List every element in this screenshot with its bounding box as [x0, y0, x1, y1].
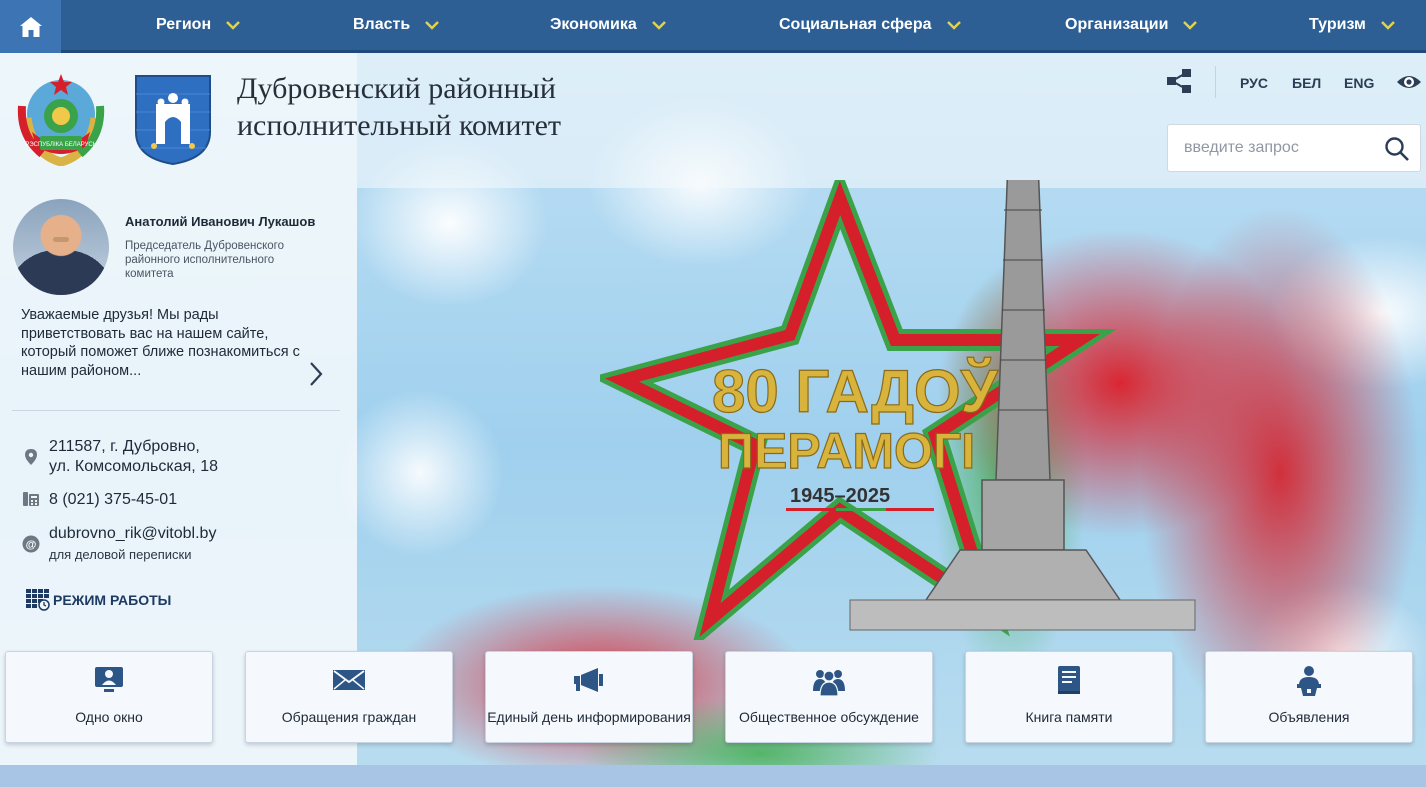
nav-item-label: Экономика	[550, 16, 637, 33]
tile-label-text: Единый день информирования	[487, 709, 691, 725]
email-address[interactable]: dubrovno_rik@vitobl.by	[49, 524, 216, 544]
chevron-down-icon	[1183, 21, 1198, 30]
victory-banner-art: 80 ГАДОЎ ПЕРАМОГІ 1945–2025	[600, 180, 1196, 640]
lang-en[interactable]: ENG	[1344, 75, 1374, 91]
search-input[interactable]	[1168, 125, 1368, 171]
bottom-strip	[0, 765, 1426, 787]
phone-icon	[23, 492, 39, 506]
nav-item-organizations[interactable]: Организации	[1065, 0, 1198, 50]
chevron-down-icon	[425, 21, 440, 30]
speaker-podium-icon	[1297, 666, 1321, 696]
banner-years: 1945–2025	[790, 485, 890, 507]
nav-item-economy[interactable]: Экономика	[550, 0, 667, 50]
tile-public-discussion[interactable]: Общественное обсуждение	[725, 651, 933, 743]
chairman-role: Председатель Дубровенского районного исп…	[125, 240, 284, 280]
site-title-line1: Дубровенский районный	[237, 72, 556, 105]
state-emblem-icon: РЭСПУБЛІКА БЕЛАРУСЬ	[17, 74, 105, 166]
search-box	[1167, 124, 1421, 172]
chevron-down-icon	[1380, 21, 1395, 30]
email-note: для деловой переписки	[49, 547, 192, 562]
emblem-text: РЭСПУБЛІКА БЕЛАРУСЬ	[25, 142, 96, 148]
panel-divider	[12, 410, 340, 411]
chevron-right-icon[interactable]	[308, 361, 324, 387]
header-divider	[1215, 66, 1216, 98]
svg-text:@: @	[26, 539, 37, 551]
share-icon[interactable]	[1166, 69, 1192, 93]
megaphone-icon	[574, 668, 603, 692]
chairman-greeting: Уважаемые друзья! Мы рады приветствовать…	[21, 307, 300, 379]
tile-label: Обращения граждан	[281, 709, 417, 725]
eye-icon[interactable]	[1396, 72, 1422, 92]
nav-item-government[interactable]: Власть	[353, 0, 440, 50]
location-pin-icon	[25, 449, 37, 465]
district-coat-of-arms-icon	[135, 75, 211, 166]
schedule-grid-icon	[26, 589, 50, 611]
site-title[interactable]: Дубровенский районный исполнительный ком…	[237, 70, 657, 144]
nav-item-label: Организации	[1065, 16, 1169, 33]
chevron-down-icon	[651, 21, 666, 30]
tile-announcements[interactable]: Объявления	[1205, 651, 1413, 743]
tile-book-of-memory[interactable]: Книга памяти	[965, 651, 1173, 743]
people-group-icon	[813, 670, 845, 697]
nav-item-label: Туризм	[1309, 16, 1366, 33]
home-icon	[19, 16, 42, 37]
banner-line1: 80 ГАДОЎ	[712, 358, 999, 425]
chevron-down-icon	[226, 21, 240, 30]
address-line2: ул. Комсомольская, 18	[49, 458, 218, 475]
work-mode-label: РЕЖИМ РАБОТЫ	[53, 592, 172, 608]
chairman-avatar[interactable]	[13, 199, 109, 295]
nav-item-label: Регион	[156, 16, 212, 33]
tile-information-day[interactable]: Единый день информирования	[485, 651, 693, 743]
tile-label: Единый день информирования	[486, 709, 692, 725]
chairman-name[interactable]: Анатолий Иванович Лукашов	[125, 214, 315, 229]
book-icon	[1058, 666, 1080, 694]
email-at-icon: @	[22, 535, 40, 553]
nav-item-social[interactable]: Социальная сфера	[779, 0, 962, 50]
lang-ru[interactable]: РУС	[1240, 75, 1268, 91]
search-icon[interactable]	[1384, 136, 1410, 162]
phone-number[interactable]: 8 (021) 375-45-01	[49, 490, 177, 510]
address: 211587, г. Дубровно, ул. Комсомольская, …	[49, 437, 218, 477]
work-mode-link[interactable]: РЕЖИМ РАБОТЫ	[26, 589, 171, 611]
monitor-user-icon	[95, 667, 123, 692]
home-button[interactable]	[0, 0, 61, 53]
tile-label: Объявления	[1268, 709, 1350, 725]
tile-label: Одно окно	[75, 709, 143, 725]
tile-citizen-appeals[interactable]: Обращения граждан	[245, 651, 453, 743]
top-navigation: Регион Власть Экономика Социальная сфера…	[0, 0, 1426, 53]
nav-item-label: Социальная сфера	[779, 16, 932, 33]
lang-by[interactable]: БЕЛ	[1292, 75, 1321, 91]
nav-item-label: Власть	[353, 16, 411, 33]
tile-one-window[interactable]: Одно окно	[5, 651, 213, 743]
envelope-icon	[333, 670, 365, 690]
nav-item-region[interactable]: Регион	[156, 0, 241, 50]
tile-label: Общественное обсуждение	[726, 709, 932, 725]
chevron-down-icon	[946, 21, 961, 30]
tile-label-text: Общественное обсуждение	[739, 709, 919, 725]
nav-item-tourism[interactable]: Туризм	[1309, 0, 1396, 50]
banner-line2: ПЕРАМОГІ	[718, 423, 975, 479]
address-line1: 211587, г. Дубровно,	[49, 438, 200, 455]
tile-label: Книга памяти	[1025, 709, 1113, 725]
site-title-line2: исполнительный комитет	[237, 109, 562, 142]
